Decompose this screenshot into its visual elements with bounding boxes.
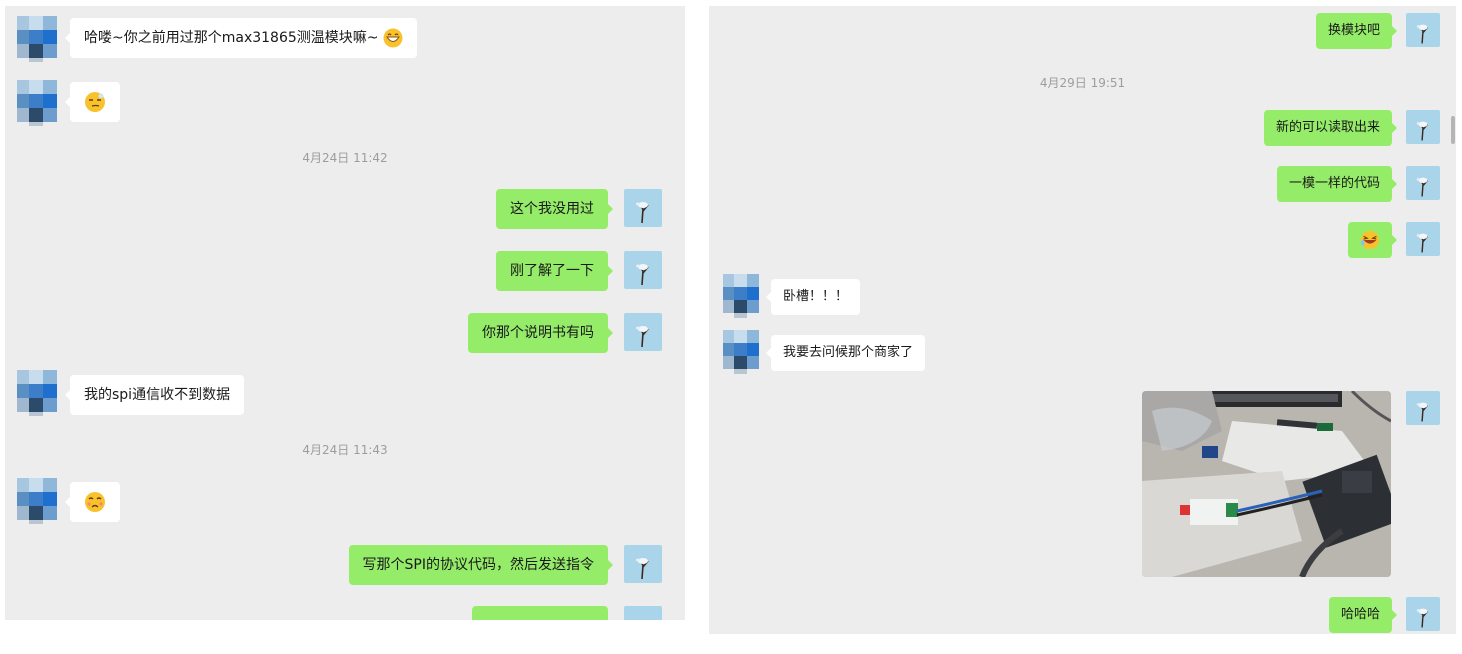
- message-bubble-outgoing[interactable]: 你那个说明书有吗: [468, 313, 613, 353]
- message-bubble-outgoing[interactable]: 新的可以读取出来: [1263, 110, 1398, 146]
- my-avatar[interactable]: [624, 189, 662, 227]
- message-text: 我要去问候那个商家了: [783, 345, 914, 360]
- message-bubble-outgoing[interactable]: 这个我没用过: [496, 189, 613, 229]
- message-text: 刚了解了一下: [510, 263, 594, 279]
- message-bubble-incoming[interactable]: 哈喽~你之前用过那个max31865测温模块嘛~: [65, 18, 417, 58]
- message-bubble-outgoing[interactable]: 一模一样的代码: [1276, 166, 1398, 202]
- contact-avatar[interactable]: [17, 80, 57, 126]
- message-text: 换模块吧: [1327, 23, 1380, 38]
- my-avatar[interactable]: [624, 606, 662, 620]
- chat-panel-right: 换模块吧 4月29日 19:51 新的可以读取出来 一模一样的代码 卧槽！！！: [709, 6, 1456, 634]
- message-text: 一模一样的代码: [1288, 176, 1380, 191]
- contact-avatar[interactable]: [17, 370, 57, 416]
- message-bubble-outgoing[interactable]: 哈哈哈: [1328, 597, 1398, 633]
- message-bubble-incoming[interactable]: 卧槽！！！: [765, 279, 861, 315]
- contact-avatar[interactable]: [17, 478, 57, 524]
- my-avatar[interactable]: [624, 545, 662, 583]
- message-bubble-incoming[interactable]: 我要去问候那个商家了: [765, 335, 926, 371]
- scrollbar-thumb[interactable]: [1451, 116, 1455, 144]
- sad-emoji-icon: [85, 492, 105, 512]
- hardware-photo[interactable]: [1142, 391, 1391, 577]
- timestamp: 4月29日 19:51: [1039, 76, 1126, 90]
- message-bubble-outgoing[interactable]: [1348, 222, 1397, 258]
- message-text: 写那个SPI的协议代码，然后发送指令: [362, 557, 594, 573]
- my-avatar[interactable]: [1406, 597, 1440, 631]
- message-bubble-incoming[interactable]: [65, 82, 120, 122]
- message-bubble-outgoing[interactable]: 写那个SPI的协议代码，然后发送指令: [348, 545, 614, 585]
- message-text: 我的spi通信收不到数据: [84, 387, 231, 403]
- message-bubble-incoming[interactable]: 我的spi通信收不到数据: [64, 375, 245, 415]
- message-text: 你那个说明书有吗: [482, 325, 594, 341]
- contact-avatar[interactable]: [17, 16, 57, 62]
- message-text: 卧槽！！！: [783, 289, 849, 304]
- my-avatar[interactable]: [624, 251, 662, 289]
- my-avatar[interactable]: [624, 313, 662, 351]
- contact-avatar[interactable]: [723, 274, 759, 318]
- chat-panel-left: 哈喽~你之前用过那个max31865测温模块嘛~ 4月24日 11:42 这个我…: [5, 6, 685, 620]
- my-avatar[interactable]: [1406, 13, 1440, 47]
- timestamp: 4月24日 11:43: [302, 443, 388, 457]
- message-text: 哈哈哈: [1340, 607, 1380, 622]
- smirk-emoji-icon: [85, 92, 105, 112]
- message-text: 这个我没用过: [510, 201, 594, 217]
- my-avatar[interactable]: [1406, 110, 1440, 144]
- message-text: 新的可以读取出来: [1275, 120, 1380, 135]
- message-bubble-outgoing[interactable]: 换模块吧: [1315, 13, 1398, 49]
- message-text: 哈喽~你之前用过那个max31865测温模块嘛~: [84, 30, 379, 46]
- my-avatar[interactable]: [1406, 222, 1440, 256]
- message-bubble-incoming[interactable]: [65, 482, 120, 522]
- laughing-emoji-icon: [1360, 230, 1380, 249]
- contact-avatar[interactable]: [723, 330, 759, 374]
- my-avatar[interactable]: [1406, 391, 1440, 425]
- grinning-emoji-icon: [383, 28, 403, 48]
- timestamp: 4月24日 11:42: [302, 151, 388, 165]
- my-avatar[interactable]: [1406, 166, 1440, 200]
- message-bubble-outgoing[interactable]: 刚了解了一下: [496, 251, 613, 291]
- message-bubble-outgoing-partial[interactable]: [472, 606, 608, 620]
